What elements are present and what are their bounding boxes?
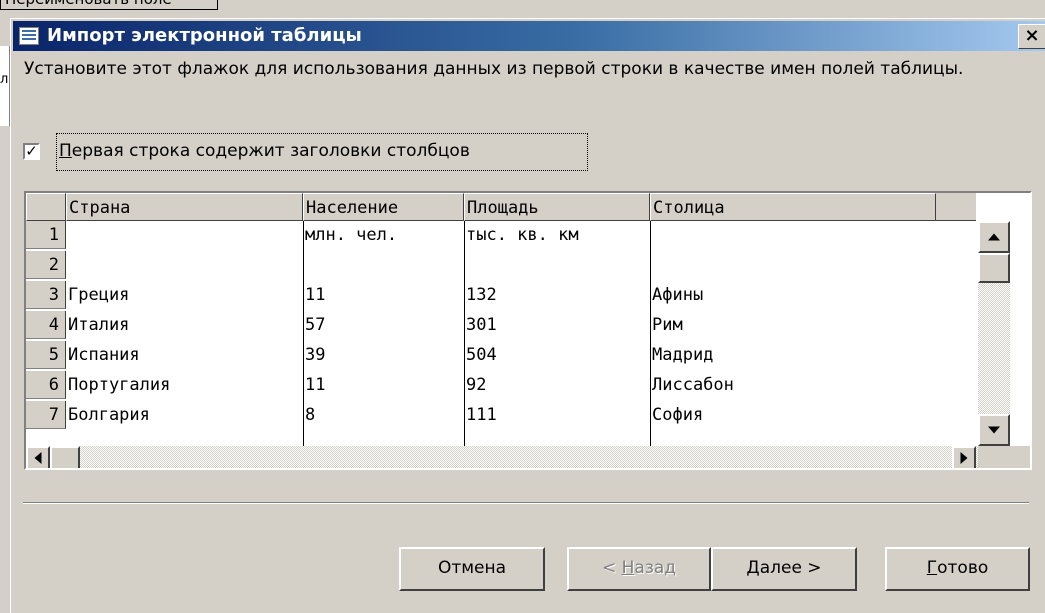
back-accelerator: Н	[621, 558, 635, 578]
back-label: азад	[634, 558, 677, 578]
cell-country	[66, 251, 303, 279]
table-row[interactable]: 3 Греция 11 132 Афины	[26, 281, 976, 309]
scroll-left-button[interactable]	[26, 446, 50, 468]
table-row[interactable]: 1 млн. чел. тыс. кв. км	[26, 221, 976, 249]
cell-country: Испания	[68, 345, 140, 365]
cell-population: 11	[305, 285, 326, 305]
cell-population: 57	[305, 315, 326, 335]
next-label: алее >	[759, 558, 822, 578]
row-number[interactable]: 3	[26, 281, 66, 309]
dialog-title: Импорт электронной таблицы	[47, 25, 362, 46]
scroll-down-button[interactable]	[978, 414, 1010, 446]
finish-accelerator: Г	[926, 558, 938, 578]
title-bar[interactable]: Импорт электронной таблицы ×	[13, 21, 1045, 51]
cell-country: Италия	[68, 315, 130, 335]
cell-country: Болгария	[68, 405, 150, 425]
grid-viewport: Страна Население Площадь Столица 1 млн. ч…	[26, 193, 976, 446]
first-row-headers-checkbox[interactable]: ✓	[23, 143, 40, 160]
column-divider[interactable]	[464, 221, 465, 446]
scroll-up-button[interactable]	[978, 221, 1010, 253]
spreadsheet-icon	[19, 27, 39, 45]
cell-area: 504	[466, 345, 497, 365]
scrollbar-corner	[978, 446, 1030, 468]
finish-button[interactable]: Готово	[885, 547, 1030, 591]
cell-population: 39	[305, 345, 326, 365]
finish-label: отово	[937, 558, 989, 578]
row-number[interactable]: 7	[26, 401, 66, 429]
cell-country: Греция	[68, 285, 130, 305]
column-divider[interactable]	[650, 221, 651, 446]
cell-area: 132	[466, 285, 497, 305]
cell-capital: София	[652, 405, 704, 425]
vertical-scrollbar[interactable]	[978, 221, 1010, 446]
header-row: Страна Население Площадь Столица	[26, 193, 976, 221]
label-text: ервая строка содержит заголовки столбцов	[71, 141, 470, 161]
table-row[interactable]: 7 Болгария 8 111 София	[26, 401, 976, 429]
column-header-population[interactable]: Население	[303, 193, 464, 221]
scroll-right-button[interactable]	[952, 446, 976, 468]
row-number[interactable]: 5	[26, 341, 66, 369]
next-accelerator: Д	[746, 558, 760, 578]
table-row[interactable]: 2	[26, 251, 976, 279]
cell-area: тыс. кв. км	[466, 225, 579, 245]
cell-capital: Рим	[652, 315, 683, 335]
table-row[interactable]: 5 Испания 39 504 Мадрид	[26, 341, 976, 369]
cell-population: 8	[305, 405, 316, 425]
cell-capital	[650, 221, 936, 249]
row-number[interactable]: 2	[26, 251, 66, 279]
arrow-right-icon	[960, 452, 968, 464]
arrow-down-icon	[988, 426, 1000, 434]
cell-area: 92	[466, 375, 487, 395]
horizontal-scroll-thumb[interactable]	[50, 446, 80, 468]
arrow-left-icon	[34, 452, 42, 464]
cancel-button[interactable]: Отмена	[399, 547, 545, 591]
column-header-area[interactable]: Площадь	[464, 193, 650, 221]
cell-capital: Афины	[652, 285, 704, 305]
back-prefix: <	[601, 558, 622, 578]
cell-population: млн. чел.	[305, 225, 398, 245]
background-text: л	[0, 72, 9, 87]
cell-capital	[650, 251, 936, 279]
column-divider[interactable]	[303, 221, 304, 446]
back-button[interactable]: < Назад	[567, 547, 711, 591]
header-filler	[936, 193, 976, 221]
row-number[interactable]: 4	[26, 311, 66, 339]
arrow-up-icon	[988, 233, 1000, 241]
column-header-country[interactable]: Страна	[66, 193, 303, 221]
cell-area: 111	[466, 405, 497, 425]
cell-country	[66, 221, 303, 249]
row-number[interactable]: 6	[26, 371, 66, 399]
horizontal-scrollbar[interactable]	[26, 446, 978, 468]
cell-area	[464, 251, 650, 279]
label-accelerator: П	[59, 141, 72, 161]
cell-area: 301	[466, 315, 497, 335]
background-rename-field-button[interactable]: Переименовать поле	[0, 0, 218, 10]
next-button[interactable]: Далее >	[711, 547, 857, 591]
vertical-scroll-thumb[interactable]	[978, 253, 1010, 283]
close-button[interactable]: ×	[1018, 24, 1045, 49]
separator	[23, 502, 1029, 504]
cell-population	[303, 251, 464, 279]
header-corner	[26, 193, 66, 221]
table-row[interactable]: 6 Португалия 11 92 Лиссабон	[26, 371, 976, 399]
cell-capital: Мадрид	[652, 345, 714, 365]
first-row-headers-label[interactable]: Первая строка содержит заголовки столбцо…	[56, 133, 588, 171]
table-row[interactable]: 4 Италия 57 301 Рим	[26, 311, 976, 339]
row-number[interactable]: 1	[26, 221, 66, 249]
instructions-text: Установите этот флажок для использования…	[24, 59, 964, 79]
cell-capital: Лиссабон	[652, 375, 734, 395]
cell-population: 11	[305, 375, 326, 395]
data-preview-grid[interactable]: Страна Население Площадь Столица 1 млн. ч…	[24, 191, 1032, 470]
column-header-capital[interactable]: Столица	[650, 193, 936, 221]
cell-country: Португалия	[68, 375, 171, 395]
